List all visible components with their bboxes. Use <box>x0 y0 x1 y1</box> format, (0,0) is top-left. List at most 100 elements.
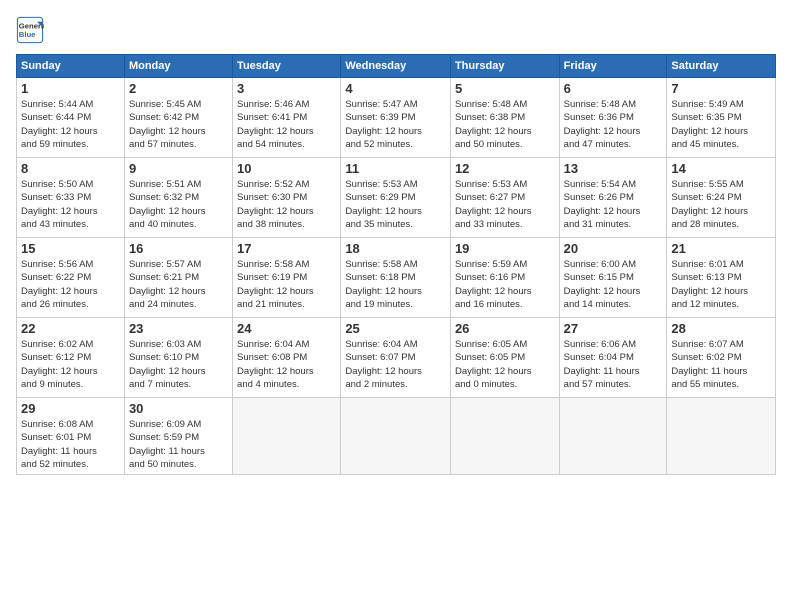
day-cell: 9 Sunrise: 5:51 AM Sunset: 6:32 PM Daylig… <box>124 158 232 238</box>
table-row: 29 Sunrise: 6:08 AM Sunset: 6:01 PM Dayli… <box>17 398 776 475</box>
day-cell: 13Sunrise: 5:54 AM Sunset: 6:26 PM Dayli… <box>559 158 667 238</box>
empty-cell <box>559 398 667 475</box>
day-info: Sunrise: 5:59 AM Sunset: 6:16 PM Dayligh… <box>455 258 555 311</box>
day-cell: 5 Sunrise: 5:48 AM Sunset: 6:38 PM Daylig… <box>450 78 559 158</box>
day-info: Sunrise: 5:58 AM Sunset: 6:18 PM Dayligh… <box>345 258 446 311</box>
day-cell: 23 Sunrise: 6:03 AM Sunset: 6:10 PM Dayli… <box>124 318 232 398</box>
day-cell: 4 Sunrise: 5:47 AM Sunset: 6:39 PM Daylig… <box>341 78 451 158</box>
day-number: 26 <box>455 321 555 336</box>
logo: General Blue <box>16 16 44 44</box>
day-number: 25 <box>345 321 446 336</box>
empty-cell <box>450 398 559 475</box>
empty-cell <box>341 398 451 475</box>
svg-text:Blue: Blue <box>19 30 36 39</box>
day-info: Sunrise: 5:52 AM Sunset: 6:30 PM Dayligh… <box>237 178 336 231</box>
table-row: 1 Sunrise: 5:44 AM Sunset: 6:44 PM Daylig… <box>17 78 776 158</box>
day-info: Sunrise: 5:51 AM Sunset: 6:32 PM Dayligh… <box>129 178 228 231</box>
day-number: 12 <box>455 161 555 176</box>
day-cell: 18 Sunrise: 5:58 AM Sunset: 6:18 PM Dayli… <box>341 238 451 318</box>
day-number: 2 <box>129 81 228 96</box>
col-tuesday: Tuesday <box>233 55 341 78</box>
day-info: Sunrise: 5:48 AM Sunset: 6:38 PM Dayligh… <box>455 98 555 151</box>
day-info: Sunrise: 5:53 AM Sunset: 6:27 PM Dayligh… <box>455 178 555 231</box>
day-info: Sunrise: 6:04 AM Sunset: 6:08 PM Dayligh… <box>237 338 336 391</box>
day-cell: 2 Sunrise: 5:45 AM Sunset: 6:42 PM Daylig… <box>124 78 232 158</box>
day-cell: 30Sunrise: 6:09 AM Sunset: 5:59 PM Dayli… <box>124 398 232 475</box>
day-cell: 24 Sunrise: 6:04 AM Sunset: 6:08 PM Dayli… <box>233 318 341 398</box>
day-cell: 11 Sunrise: 5:53 AM Sunset: 6:29 PM Dayli… <box>341 158 451 238</box>
day-number: 9 <box>129 161 228 176</box>
day-info: Sunrise: 6:06 AM Sunset: 6:04 PM Dayligh… <box>564 338 663 391</box>
empty-cell <box>233 398 341 475</box>
day-cell: 8 Sunrise: 5:50 AM Sunset: 6:33 PM Daylig… <box>17 158 125 238</box>
day-info: Sunrise: 5:45 AM Sunset: 6:42 PM Dayligh… <box>129 98 228 151</box>
logo-icon: General Blue <box>16 16 44 44</box>
day-cell: 6 Sunrise: 5:48 AM Sunset: 6:36 PM Daylig… <box>559 78 667 158</box>
day-info: Sunrise: 5:53 AM Sunset: 6:29 PM Dayligh… <box>345 178 446 231</box>
table-row: 22Sunrise: 6:02 AM Sunset: 6:12 PM Dayli… <box>17 318 776 398</box>
empty-cell <box>667 398 776 475</box>
day-number: 27 <box>564 321 663 336</box>
day-cell: 7Sunrise: 5:49 AM Sunset: 6:35 PM Daylig… <box>667 78 776 158</box>
day-info: Sunrise: 5:56 AM Sunset: 6:22 PM Dayligh… <box>21 258 120 311</box>
day-number: 23 <box>129 321 228 336</box>
day-cell: 22Sunrise: 6:02 AM Sunset: 6:12 PM Dayli… <box>17 318 125 398</box>
col-wednesday: Wednesday <box>341 55 451 78</box>
day-cell: 10 Sunrise: 5:52 AM Sunset: 6:30 PM Dayli… <box>233 158 341 238</box>
day-number: 28 <box>671 321 771 336</box>
day-cell: 3Sunrise: 5:46 AM Sunset: 6:41 PM Daylig… <box>233 78 341 158</box>
day-cell: 1 Sunrise: 5:44 AM Sunset: 6:44 PM Daylig… <box>17 78 125 158</box>
day-info: Sunrise: 5:48 AM Sunset: 6:36 PM Dayligh… <box>564 98 663 151</box>
day-cell: 26Sunrise: 6:05 AM Sunset: 6:05 PM Dayli… <box>450 318 559 398</box>
day-number: 6 <box>564 81 663 96</box>
day-cell: 27 Sunrise: 6:06 AM Sunset: 6:04 PM Dayli… <box>559 318 667 398</box>
day-info: Sunrise: 6:03 AM Sunset: 6:10 PM Dayligh… <box>129 338 228 391</box>
day-number: 5 <box>455 81 555 96</box>
day-number: 4 <box>345 81 446 96</box>
table-row: 15 Sunrise: 5:56 AM Sunset: 6:22 PM Dayli… <box>17 238 776 318</box>
day-number: 18 <box>345 241 446 256</box>
day-cell: 14 Sunrise: 5:55 AM Sunset: 6:24 PM Dayli… <box>667 158 776 238</box>
day-cell: 21 Sunrise: 6:01 AM Sunset: 6:13 PM Dayli… <box>667 238 776 318</box>
day-number: 15 <box>21 241 120 256</box>
day-info: Sunrise: 5:58 AM Sunset: 6:19 PM Dayligh… <box>237 258 336 311</box>
day-info: Sunrise: 5:50 AM Sunset: 6:33 PM Dayligh… <box>21 178 120 231</box>
day-info: Sunrise: 5:47 AM Sunset: 6:39 PM Dayligh… <box>345 98 446 151</box>
day-info: Sunrise: 5:44 AM Sunset: 6:44 PM Dayligh… <box>21 98 120 151</box>
day-number: 8 <box>21 161 120 176</box>
day-cell: 28 Sunrise: 6:07 AM Sunset: 6:02 PM Dayli… <box>667 318 776 398</box>
day-info: Sunrise: 6:07 AM Sunset: 6:02 PM Dayligh… <box>671 338 771 391</box>
day-info: Sunrise: 6:01 AM Sunset: 6:13 PM Dayligh… <box>671 258 771 311</box>
day-number: 7 <box>671 81 771 96</box>
day-number: 24 <box>237 321 336 336</box>
day-number: 14 <box>671 161 771 176</box>
day-cell: 25 Sunrise: 6:04 AM Sunset: 6:07 PM Dayli… <box>341 318 451 398</box>
day-number: 1 <box>21 81 120 96</box>
day-number: 13 <box>564 161 663 176</box>
day-number: 30 <box>129 401 228 416</box>
calendar-page: General Blue Sunday Monday Tuesday Wedne… <box>0 0 792 612</box>
table-row: 8 Sunrise: 5:50 AM Sunset: 6:33 PM Daylig… <box>17 158 776 238</box>
col-thursday: Thursday <box>450 55 559 78</box>
day-number: 29 <box>21 401 120 416</box>
day-cell: 16 Sunrise: 5:57 AM Sunset: 6:21 PM Dayli… <box>124 238 232 318</box>
col-saturday: Saturday <box>667 55 776 78</box>
day-number: 10 <box>237 161 336 176</box>
day-info: Sunrise: 6:08 AM Sunset: 6:01 PM Dayligh… <box>21 418 120 471</box>
day-number: 17 <box>237 241 336 256</box>
day-number: 21 <box>671 241 771 256</box>
header: General Blue <box>16 16 776 44</box>
day-info: Sunrise: 6:02 AM Sunset: 6:12 PM Dayligh… <box>21 338 120 391</box>
day-cell: 29 Sunrise: 6:08 AM Sunset: 6:01 PM Dayli… <box>17 398 125 475</box>
col-sunday: Sunday <box>17 55 125 78</box>
day-cell: 15 Sunrise: 5:56 AM Sunset: 6:22 PM Dayli… <box>17 238 125 318</box>
day-info: Sunrise: 6:04 AM Sunset: 6:07 PM Dayligh… <box>345 338 446 391</box>
calendar-table: Sunday Monday Tuesday Wednesday Thursday… <box>16 54 776 475</box>
day-number: 16 <box>129 241 228 256</box>
day-info: Sunrise: 5:57 AM Sunset: 6:21 PM Dayligh… <box>129 258 228 311</box>
day-number: 19 <box>455 241 555 256</box>
day-info: Sunrise: 5:55 AM Sunset: 6:24 PM Dayligh… <box>671 178 771 231</box>
day-cell: 17 Sunrise: 5:58 AM Sunset: 6:19 PM Dayli… <box>233 238 341 318</box>
day-info: Sunrise: 6:00 AM Sunset: 6:15 PM Dayligh… <box>564 258 663 311</box>
day-number: 11 <box>345 161 446 176</box>
